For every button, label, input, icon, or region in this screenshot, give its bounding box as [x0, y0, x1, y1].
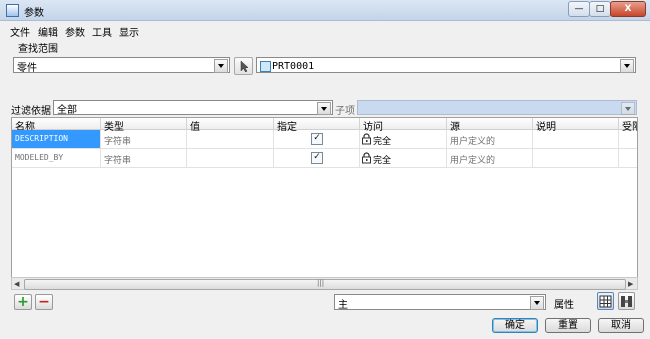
split-view-button[interactable]	[618, 292, 635, 310]
table-row-access[interactable]: 完全	[360, 149, 447, 168]
table-row-description[interactable]	[533, 130, 619, 149]
object-dropdown[interactable]: PRT0001	[256, 57, 636, 73]
table-row-type[interactable]: 字符串	[101, 149, 187, 168]
properties-label[interactable]: 属性	[554, 296, 574, 311]
table-row-source[interactable]: 用户定义的	[447, 130, 533, 149]
column-header-source[interactable]: 源	[447, 118, 533, 133]
menu-parameters[interactable]: 参数	[65, 24, 85, 39]
filter-dropdown[interactable]: 全部	[53, 100, 333, 116]
designated-checkbox[interactable]: ✓	[311, 133, 323, 145]
column-header-designated[interactable]: 指定	[274, 118, 360, 133]
table-row-type[interactable]: 字符串	[101, 130, 187, 149]
table-row-name[interactable]: DESCRIPTION	[12, 130, 101, 149]
scrollbar-grip: |||	[317, 279, 325, 287]
filter-label: 过滤依据	[11, 106, 51, 117]
add-parameter-button[interactable]: +	[14, 294, 32, 310]
access-value: 完全	[373, 137, 392, 147]
ok-button[interactable]: 确定	[492, 318, 538, 333]
table-row-restricted[interactable]	[619, 130, 637, 149]
table-row-source[interactable]: 用户定义的	[447, 149, 533, 168]
part-icon	[260, 61, 271, 72]
parameter-table: 名称 类型 值 指定 访问 源 说明 受限 DESCRIPTION 字符串 ✓ …	[11, 117, 638, 278]
view-dropdown[interactable]: 主	[334, 294, 546, 311]
remove-parameter-button[interactable]: −	[35, 294, 53, 310]
table-row-restricted[interactable]	[619, 149, 637, 168]
scrollbar-thumb[interactable]: |||	[24, 279, 626, 290]
column-header-access[interactable]: 访问	[360, 118, 447, 133]
chevron-down-icon	[620, 59, 634, 73]
column-header-restricted[interactable]: 受限	[619, 118, 637, 133]
table-row-access[interactable]: 完全	[360, 130, 447, 149]
scope-dropdown[interactable]: 零件	[13, 57, 230, 74]
chevron-down-icon	[530, 296, 544, 310]
menu-edit[interactable]: 编辑	[38, 24, 58, 39]
chevron-down-icon	[214, 59, 228, 73]
cursor-arrow-icon	[240, 60, 249, 73]
app-icon	[6, 4, 19, 17]
scroll-right-icon[interactable]: ▶	[628, 280, 633, 288]
object-value: PRT0001	[272, 61, 315, 72]
designated-checkbox[interactable]: ✓	[311, 152, 323, 164]
lookup-group-label: 查找范围	[18, 44, 58, 55]
columns-icon	[621, 296, 632, 307]
table-row-value[interactable]	[187, 130, 274, 149]
table-row-designated: ✓	[274, 149, 360, 168]
minimize-button[interactable]: —	[568, 1, 590, 17]
menu-display[interactable]: 显示	[119, 24, 139, 39]
scroll-left-icon[interactable]: ◀	[14, 280, 19, 288]
column-header-value[interactable]: 值	[187, 118, 274, 133]
grid-icon	[599, 295, 612, 308]
table-row-description[interactable]	[533, 149, 619, 168]
table-row-designated: ✓	[274, 130, 360, 149]
select-pointer-button[interactable]	[234, 57, 253, 75]
horizontal-scrollbar[interactable]: ◀ ||| ▶	[11, 277, 638, 290]
column-header-type[interactable]: 类型	[101, 118, 187, 133]
lock-icon	[362, 152, 371, 164]
scope-value: 零件	[17, 63, 37, 74]
access-value: 完全	[373, 156, 392, 166]
filter-value: 全部	[57, 105, 77, 116]
chevron-down-icon	[621, 102, 635, 115]
window-title: 参数	[24, 8, 44, 19]
cancel-button[interactable]: 取消	[598, 318, 644, 333]
sub-item-label: 子项	[335, 106, 355, 117]
close-button[interactable]: X	[610, 1, 646, 17]
reset-button[interactable]: 重置	[545, 318, 591, 333]
table-row-name[interactable]: MODELED_BY	[12, 149, 101, 168]
table-row-value[interactable]	[187, 149, 274, 168]
chevron-down-icon	[317, 102, 331, 115]
title-bar	[0, 0, 650, 21]
table-view-button[interactable]	[597, 292, 614, 310]
view-value: 主	[338, 300, 348, 311]
column-header-name[interactable]: 名称	[12, 118, 101, 133]
menu-tools[interactable]: 工具	[92, 24, 112, 39]
maximize-button[interactable]: □	[589, 1, 611, 17]
column-header-description[interactable]: 说明	[533, 118, 619, 133]
lock-icon	[362, 133, 371, 145]
menu-file[interactable]: 文件	[10, 24, 30, 39]
sub-item-dropdown[interactable]	[357, 100, 637, 115]
